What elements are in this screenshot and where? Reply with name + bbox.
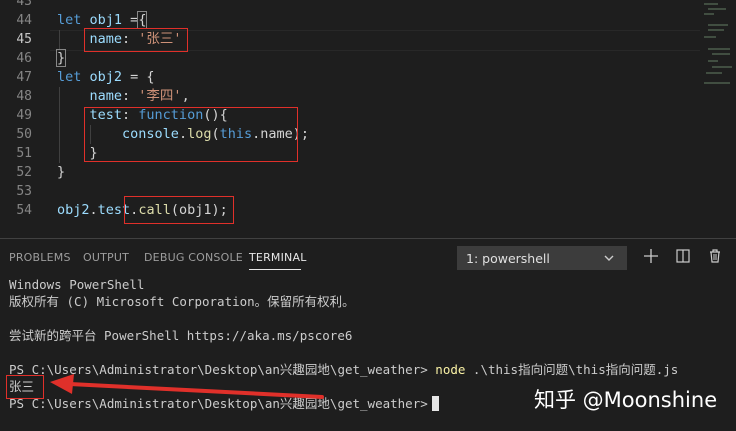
property-key: name [89,88,123,104]
code-line-48: name: '李四', [57,87,190,106]
line-number: 53 [16,184,32,199]
line-number-gutter: 43 44 45 46 47 48 49 50 51 52 53 54 [0,0,44,238]
operator: = [122,12,139,28]
line-number: 43 [16,0,32,9]
colon: : [122,88,139,104]
line-number: 49 [16,108,32,123]
watermark: 知乎 @Moonshine [534,388,718,412]
annotation-box-test-function [84,107,298,162]
brace: } [57,164,66,180]
line-number: 54 [16,203,32,218]
line-number: 51 [16,146,32,161]
code-line-46: } [55,49,67,68]
string-literal: '李四' [138,88,182,104]
comma: , [181,88,190,104]
line-number: 48 [16,89,32,104]
code-line-47: let obj2 = { [57,68,155,87]
line-number: 50 [16,127,32,142]
matched-bracket: { [137,11,148,29]
line-number: 46 [16,51,32,66]
code-editor[interactable]: 43 44 45 46 47 48 49 50 51 52 53 54 let … [0,0,736,238]
identifier: obj2 [89,69,123,85]
code-line-52: } [57,163,65,182]
identifier: obj2 [57,202,90,218]
annotation-box-name-zhangsan [84,28,188,52]
operator: = { [122,69,155,85]
line-number: 45 [16,32,32,47]
line-number: 44 [16,13,32,28]
keyword-let: let [57,12,82,28]
minimap[interactable] [700,0,736,90]
dot: . [89,202,98,218]
matched-bracket: } [55,49,67,67]
line-number: 47 [16,70,32,85]
line-number: 52 [16,165,32,180]
keyword-let: let [57,69,82,85]
annotation-box-call [124,196,234,224]
identifier: obj1 [89,12,123,28]
